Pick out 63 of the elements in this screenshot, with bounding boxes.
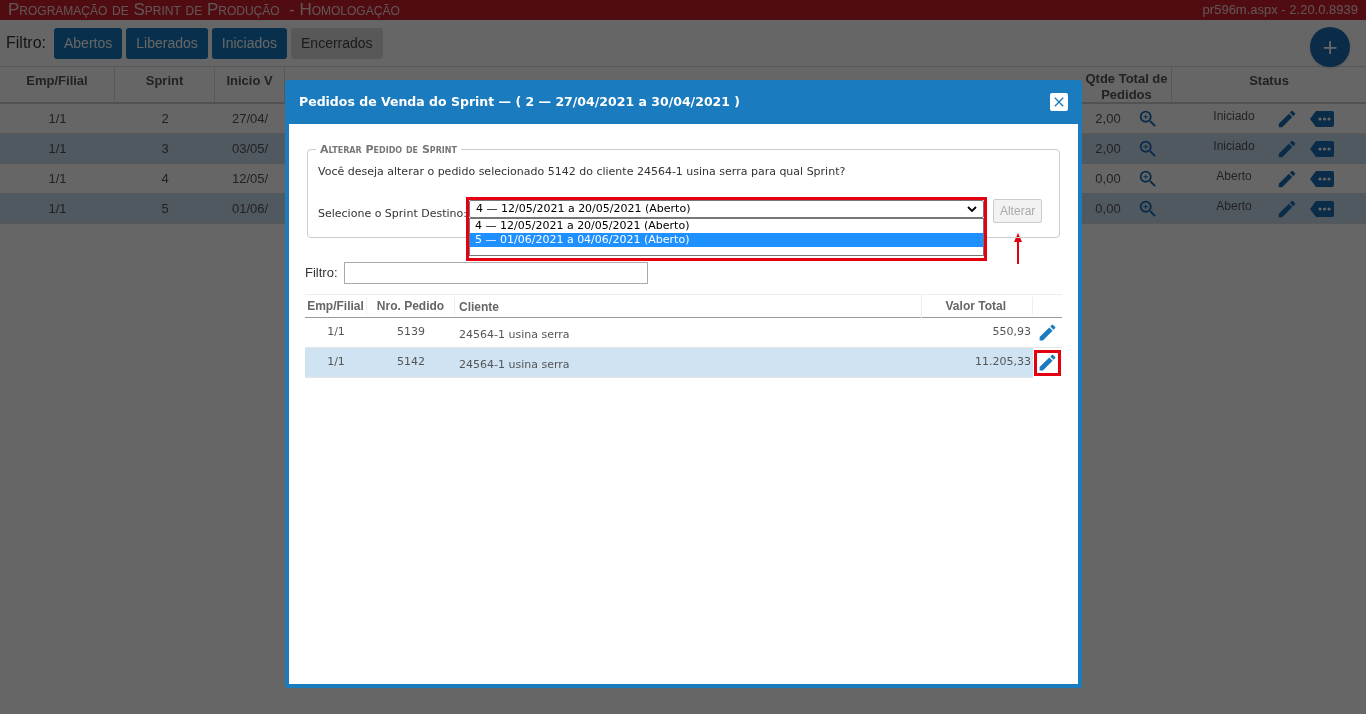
column-header: Emp/Filial	[26, 72, 88, 90]
dialog-title: Pedidos de Venda do Sprint — ( 2 — 27/04/2021 a 30/04/2021 )	[299, 92, 741, 111]
column-header: Inicio V	[226, 72, 273, 90]
table-cell-text: 1/1	[48, 109, 67, 128]
column-header: Nro. Pedido	[376, 298, 445, 315]
sprint-select[interactable]: 4 — 12/05/2021 a 20/05/2021 (Aberto)	[469, 200, 984, 218]
select-label: Selecione o Sprint Destino:	[318, 205, 467, 222]
table-cell: 5139	[397, 324, 425, 341]
tag-icon[interactable]	[1310, 199, 1334, 218]
filter-field[interactable]	[343, 262, 648, 284]
filter-button[interactable]: Abertos	[54, 27, 123, 59]
pencil-icon[interactable]	[1037, 322, 1058, 343]
table-cell-text: 3	[161, 139, 169, 158]
tag-icon[interactable]	[1310, 139, 1334, 158]
annotation-arrow	[1013, 232, 1023, 264]
table-cell: 5142	[397, 354, 425, 371]
table-cell-text: 1/1	[48, 199, 67, 218]
table-cell-text: 12/05/	[231, 169, 269, 188]
table-cell: 1/1	[327, 354, 345, 371]
table-cell-text: 1/1	[48, 139, 67, 158]
table-cell: 1/1	[327, 324, 345, 341]
column-header: Qtde Total de Pedidos	[1084, 71, 1169, 102]
table-cell: 11.205,33	[975, 354, 1031, 371]
filter-label: Filtro:	[6, 33, 46, 53]
table-cell-text: 2	[161, 109, 169, 128]
table-cell-text: 0,00	[1095, 169, 1121, 188]
table-cell-text: 4	[161, 169, 169, 188]
status-text: Iniciado	[1212, 107, 1256, 125]
column-header: Status	[1249, 72, 1289, 90]
question-text: Você deseja alterar o pedido selecionado 5142 do cliente 24564-1 usina serra para qual Sprint?	[318, 164, 847, 180]
table-cell-text: 03/05/	[231, 139, 269, 158]
column-header: Sprint	[145, 72, 184, 90]
status-text: Iniciado	[1212, 137, 1256, 155]
add-button[interactable]: +	[1310, 27, 1350, 67]
table-cell-text: 2,00	[1095, 139, 1121, 158]
page-title: Programação de Sprint de Produção - Homologação	[8, 0, 400, 22]
column-header: Emp/Filial	[307, 298, 364, 315]
table-cell-text: 2,00	[1095, 109, 1121, 128]
table-cell: 24564-1 usina serra	[459, 327, 570, 341]
dropdown-option[interactable]: 5 — 01/06/2021 a 04/06/2021 (Aberto)	[470, 233, 983, 247]
table-cell: 24564-1 usina serra	[459, 357, 570, 371]
close-button[interactable]	[1050, 93, 1068, 111]
tag-icon[interactable]	[1310, 109, 1334, 128]
column-header: Valor Total	[945, 298, 1006, 315]
table-cell-text: 5	[161, 199, 169, 218]
filter-button[interactable]: Liberados	[126, 27, 208, 59]
chevron-icon	[967, 205, 977, 213]
order-row[interactable]: 1/1 5142 24564-1 usina serra 11.205,33	[305, 348, 1062, 378]
filter-button[interactable]: Encerrados	[291, 27, 383, 59]
table-cell: 550,93	[992, 324, 1031, 341]
table-cell-text: 0,00	[1095, 199, 1121, 218]
column-header: Cliente	[459, 300, 499, 314]
table-cell-text: 1/1	[48, 169, 67, 188]
tag-icon[interactable]	[1310, 169, 1334, 188]
status-text: Aberto	[1215, 197, 1253, 215]
table-cell-text: 27/04/	[231, 109, 269, 128]
filter-label: Filtro:	[305, 264, 338, 283]
filter-button[interactable]: Iniciados	[211, 27, 287, 59]
dropdown-option[interactable]: 4 — 12/05/2021 a 20/05/2021 (Aberto)	[470, 219, 983, 233]
version-text: pr596m.aspx - 2.20.0.8939	[1202, 1, 1358, 20]
status-text: Aberto	[1215, 167, 1253, 185]
table-cell-text: 01/06/	[231, 199, 269, 218]
pencil-icon[interactable]	[1037, 352, 1058, 373]
